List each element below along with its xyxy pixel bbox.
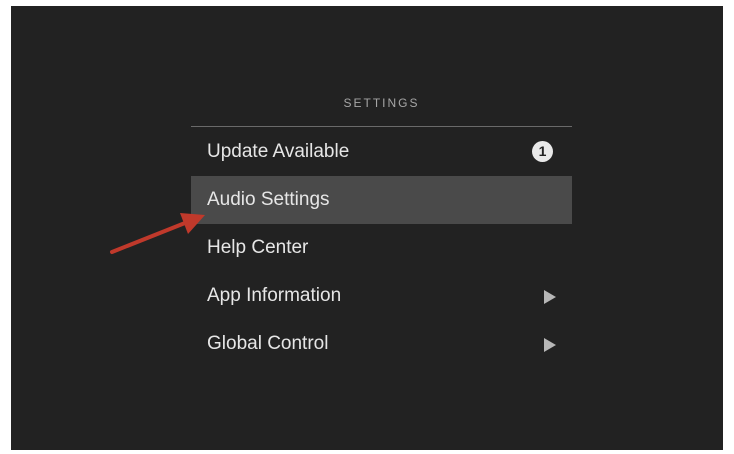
screenshot-stage: SETTINGS Update Available 1 Audio Settin… (0, 0, 734, 454)
annotation-arrow-icon (110, 213, 205, 254)
